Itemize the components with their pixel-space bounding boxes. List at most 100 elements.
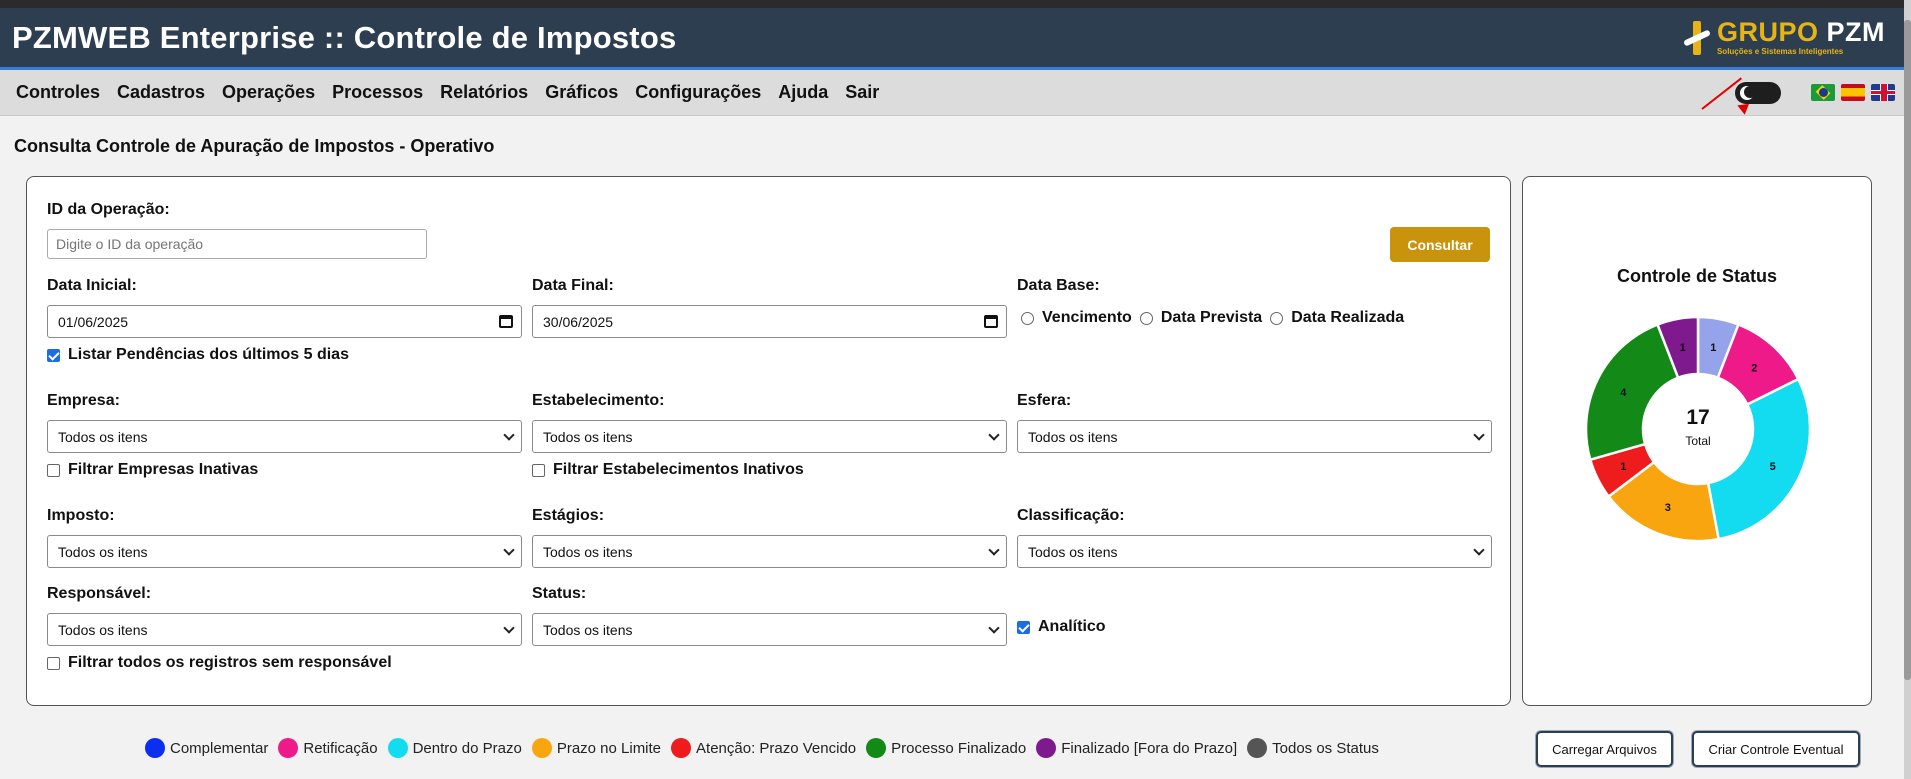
checkbox-unchecked-icon[interactable] xyxy=(47,463,60,477)
estabelecimento-select-value: Todos os itens xyxy=(543,428,633,445)
legend-item-1[interactable]: Retificação xyxy=(278,738,378,758)
legend-dot-icon[interactable] xyxy=(145,738,165,758)
menu-item-graficos[interactable]: Gráficos xyxy=(545,82,618,103)
legend-label: Atenção: Prazo Vencido xyxy=(696,739,857,757)
legend-item-4[interactable]: Atenção: Prazo Vencido xyxy=(671,738,856,758)
main-menu: Controles Cadastros Operações Processos … xyxy=(16,82,879,103)
radio-data-realizada[interactable] xyxy=(1270,311,1284,325)
legend-label: Processo Finalizado xyxy=(891,739,1027,757)
logo-brand-pzm: PZM xyxy=(1826,17,1885,47)
donut-slice-dentro-do-prazo[interactable] xyxy=(1706,377,1812,541)
app-header: PZMWEB Enterprise :: Controle de Imposto… xyxy=(0,8,1911,70)
chevron-down-icon xyxy=(988,621,1000,634)
main-menu-bar: Controles Cadastros Operações Processos … xyxy=(0,70,1911,116)
checkbox-unchecked-icon[interactable] xyxy=(47,656,60,670)
legend-dot-icon[interactable] xyxy=(866,738,887,758)
chevron-down-icon xyxy=(1473,543,1485,556)
legend-item-2[interactable]: Dentro do Prazo xyxy=(387,738,522,758)
menu-item-controles[interactable]: Controles xyxy=(16,82,100,103)
legend-item-5[interactable]: Processo Finalizado xyxy=(866,738,1026,758)
data-final-input[interactable]: 30/06/2025 xyxy=(532,305,1007,338)
page-scrollbar[interactable] xyxy=(1904,0,1911,779)
consultar-button[interactable]: Consultar xyxy=(1390,227,1490,262)
empresa-label: Empresa: xyxy=(47,392,120,409)
donut-total-label: Total xyxy=(1685,434,1710,448)
radio-data-prevista[interactable] xyxy=(1139,311,1153,325)
grupo-pzm-logo: GRUPO PZM Soluções e Sistemas Inteligent… xyxy=(1683,19,1885,56)
spain-flag-icon[interactable] xyxy=(1841,84,1865,101)
filtrar-empresas-inativas-label: Filtrar Empresas Inativas xyxy=(68,461,259,478)
donut-slice-label: 4 xyxy=(1620,387,1627,399)
browser-top-strip xyxy=(0,0,1911,8)
analitico-checkbox[interactable]: Analítico xyxy=(1017,618,1490,636)
donut-slice-label: 3 xyxy=(1665,502,1671,514)
estagios-select[interactable]: Todos os itens xyxy=(532,535,1007,568)
legend-dot-icon[interactable] xyxy=(387,738,408,758)
carregar-arquivos-button[interactable]: Carregar Arquivos xyxy=(1536,731,1673,767)
menu-item-configuracoes[interactable]: Configurações xyxy=(635,82,761,103)
logo-tagline: Soluções e Sistemas Inteligentes xyxy=(1716,47,1844,56)
calendar-icon[interactable] xyxy=(984,315,998,328)
legend-item-6[interactable]: Finalizado [Fora do Prazo] xyxy=(1036,738,1237,758)
menu-item-ajuda[interactable]: Ajuda xyxy=(778,82,828,103)
chevron-down-icon xyxy=(1473,428,1485,441)
status-select[interactable]: Todos os itens xyxy=(532,613,1007,646)
responsavel-select-value: Todos os itens xyxy=(58,621,148,638)
estabelecimento-select[interactable]: Todos os itens xyxy=(532,420,1007,453)
legend-dot-icon[interactable] xyxy=(1247,738,1268,758)
data-inicial-input[interactable]: 01/06/2025 xyxy=(47,305,522,338)
data-inicial-value: 01/06/2025 xyxy=(58,313,129,330)
app-title: PZMWEB Enterprise :: Controle de Imposto… xyxy=(12,19,677,55)
listar-pendencias-label: Listar Pendências dos últimos 5 dias xyxy=(68,346,349,363)
filtrar-sem-responsavel-checkbox[interactable]: Filtrar todos os registros sem responsáv… xyxy=(47,654,522,672)
legend-dot-icon[interactable] xyxy=(278,738,299,758)
data-base-label: Data Base: xyxy=(1017,277,1100,294)
status-donut-chart: 1 2 5 3 1 4 1 17 Total xyxy=(1584,315,1812,543)
menu-item-processos[interactable]: Processos xyxy=(332,82,423,103)
legend-dot-icon[interactable] xyxy=(531,738,552,758)
criar-controle-eventual-button[interactable]: Criar Controle Eventual xyxy=(1692,731,1860,767)
status-chart-title: Controle de Status xyxy=(1616,266,1777,286)
legend-item-3[interactable]: Prazo no Limite xyxy=(531,738,662,758)
brazil-flag-icon[interactable] xyxy=(1811,84,1835,101)
legend-label: Dentro do Prazo xyxy=(412,739,522,757)
empresa-select-value: Todos os itens xyxy=(58,428,148,445)
calendar-icon[interactable] xyxy=(499,315,513,328)
checkbox-checked-icon[interactable] xyxy=(47,348,60,362)
menu-item-operacoes[interactable]: Operações xyxy=(222,82,315,103)
donut-slice-label: 1 xyxy=(1680,342,1686,354)
legend-dot-icon[interactable] xyxy=(1036,738,1057,758)
estagios-select-value: Todos os itens xyxy=(543,543,633,560)
status-chart-card: Controle de Status 1 2 5 3 1 4 1 17 Total xyxy=(1522,176,1872,706)
empresa-select[interactable]: Todos os itens xyxy=(47,420,522,453)
chevron-down-icon xyxy=(503,621,515,634)
legend-label: Finalizado [Fora do Prazo] xyxy=(1061,739,1238,757)
filtrar-estabelecimentos-inativos-checkbox[interactable]: Filtrar Estabelecimentos Inativos xyxy=(532,461,1007,479)
checkbox-checked-icon[interactable] xyxy=(1017,620,1030,634)
menu-item-cadastros[interactable]: Cadastros xyxy=(117,82,205,103)
id-operacao-input[interactable] xyxy=(47,229,427,259)
listar-pendencias-checkbox[interactable]: Listar Pendências dos últimos 5 dias xyxy=(47,346,522,364)
classificacao-select[interactable]: Todos os itens xyxy=(1017,535,1492,568)
radio-vencimento[interactable] xyxy=(1021,311,1034,325)
classificacao-label: Classificação: xyxy=(1017,507,1125,524)
menu-item-relatorios[interactable]: Relatórios xyxy=(440,82,528,103)
esfera-label: Esfera: xyxy=(1017,392,1072,409)
filtrar-empresas-inativas-checkbox[interactable]: Filtrar Empresas Inativas xyxy=(47,461,522,479)
chevron-down-icon xyxy=(503,543,515,556)
menu-item-sair[interactable]: Sair xyxy=(845,82,879,103)
uk-flag-icon[interactable] xyxy=(1871,84,1895,101)
analitico-label: Analítico xyxy=(1038,618,1106,635)
esfera-select[interactable]: Todos os itens xyxy=(1017,420,1492,453)
imposto-select[interactable]: Todos os itens xyxy=(47,535,522,568)
legend-item-7[interactable]: Todos os Status xyxy=(1247,738,1379,758)
responsavel-select[interactable]: Todos os itens xyxy=(47,613,522,646)
chevron-down-icon xyxy=(988,543,1000,556)
data-inicial-label: Data Inicial: xyxy=(47,277,137,294)
logo-mark-icon xyxy=(1683,20,1711,55)
checkbox-unchecked-icon[interactable] xyxy=(532,463,545,477)
estabelecimento-label: Estabelecimento: xyxy=(532,392,665,409)
legend-label: Prazo no Limite xyxy=(556,739,662,757)
legend-dot-icon[interactable] xyxy=(671,738,692,758)
legend-item-0[interactable]: Complementar xyxy=(145,738,268,758)
